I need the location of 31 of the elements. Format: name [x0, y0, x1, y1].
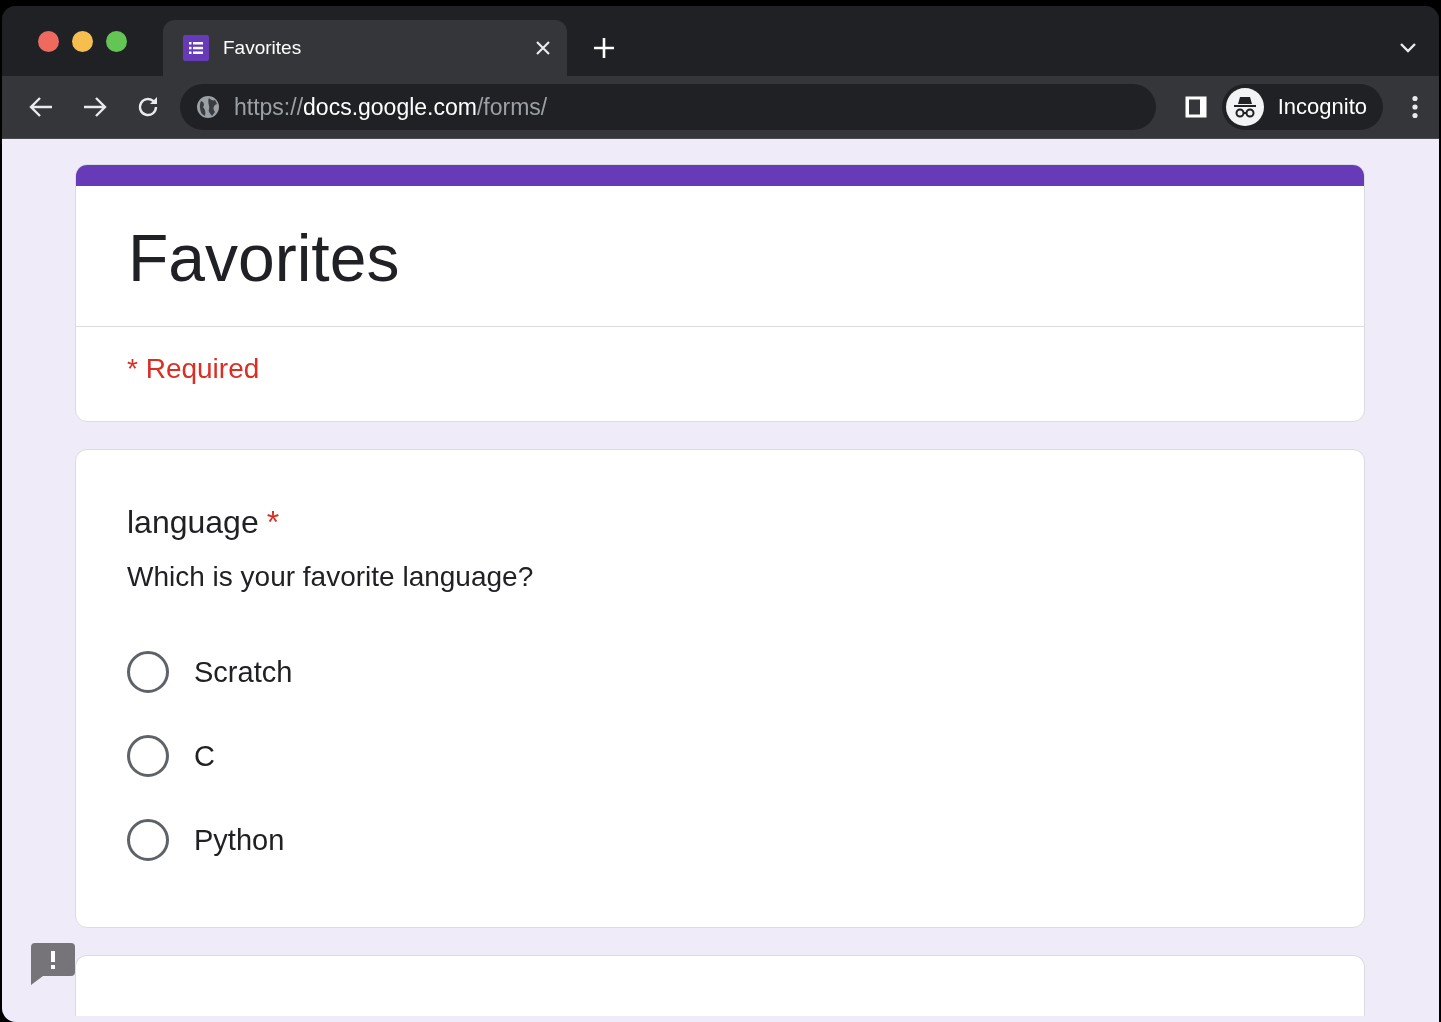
- form-title: Favorites: [127, 220, 401, 297]
- back-arrow-icon[interactable]: [28, 96, 54, 118]
- radio-button[interactable]: [127, 735, 169, 777]
- zoom-window-button[interactable]: [106, 30, 127, 52]
- incognito-profile-button[interactable]: Incognito: [1221, 84, 1383, 130]
- question-description: Which is your favorite language?: [127, 561, 535, 593]
- address-bar[interactable]: https://docs.google.com/forms/: [180, 84, 1156, 130]
- required-asterisk: *: [266, 504, 280, 541]
- option-label[interactable]: Scratch: [194, 655, 293, 689]
- incognito-icon: [1225, 88, 1264, 126]
- form-list-icon: [183, 35, 209, 61]
- more-menu-icon[interactable]: [1411, 95, 1419, 119]
- close-window-button[interactable]: [38, 30, 59, 52]
- new-tab-icon[interactable]: [593, 37, 615, 59]
- minimize-window-button[interactable]: [72, 30, 93, 52]
- globe-icon: [196, 95, 220, 119]
- forward-arrow-icon[interactable]: [82, 96, 108, 118]
- feedback-icon[interactable]: [31, 943, 75, 987]
- browser-tab[interactable]: Favorites: [163, 20, 567, 76]
- radio-button[interactable]: [127, 651, 169, 693]
- reload-icon[interactable]: [136, 95, 160, 119]
- close-tab-icon[interactable]: [535, 40, 551, 56]
- tab-search-chevron-icon[interactable]: [1399, 42, 1417, 54]
- side-panel-icon[interactable]: [1183, 95, 1208, 119]
- radio-button[interactable]: [127, 819, 169, 861]
- option-label[interactable]: Python: [194, 823, 285, 857]
- url-text: https://docs.google.com/forms/: [234, 93, 548, 121]
- question-title: language: [127, 504, 259, 541]
- tab-title: Favorites: [223, 37, 303, 59]
- option-label[interactable]: C: [194, 739, 215, 773]
- required-note: * Required: [126, 352, 261, 386]
